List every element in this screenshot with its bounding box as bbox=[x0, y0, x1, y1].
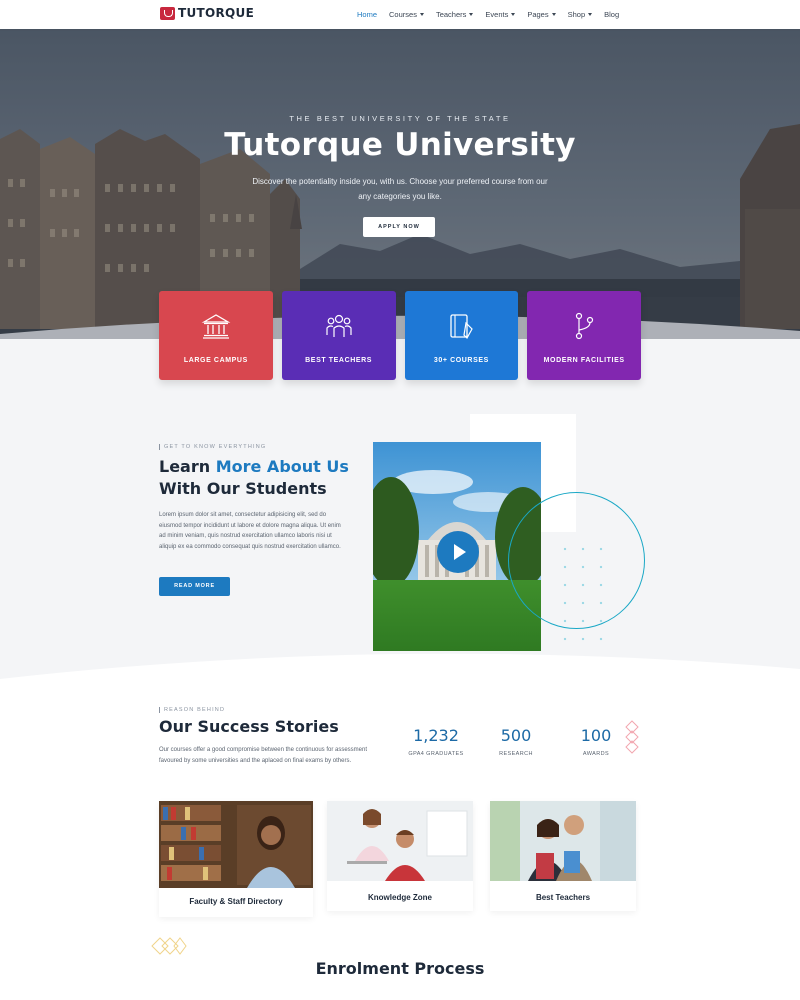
chevron-down-icon bbox=[588, 13, 593, 16]
stat-value: 500 bbox=[500, 726, 532, 745]
success-body: Our courses offer a good compromise betw… bbox=[159, 747, 367, 764]
story-card-teachers[interactable]: Best Teachers bbox=[490, 801, 636, 911]
about-title-line2: With Our Students bbox=[159, 479, 327, 498]
play-button[interactable] bbox=[437, 531, 479, 573]
stat-graduates: 1,232 GPA4 GRADUATES bbox=[396, 726, 476, 757]
story-label: Knowledge Zone bbox=[368, 893, 432, 902]
nav-item-pages[interactable]: Pages bbox=[527, 10, 556, 19]
about-kicker: GET TO KNOW EVERYTHING bbox=[159, 444, 266, 450]
story-card-faculty[interactable]: Faculty & Staff Directory bbox=[159, 801, 313, 917]
story-image bbox=[327, 801, 473, 881]
about-title-accent: More About Us bbox=[215, 457, 349, 476]
branch-icon bbox=[576, 312, 594, 340]
feature-card-large-campus[interactable]: LARGE CAMPUS bbox=[159, 291, 273, 380]
diamond-decor-icon bbox=[151, 937, 187, 955]
play-icon bbox=[453, 544, 466, 560]
logo[interactable]: TUTORQUE bbox=[160, 6, 254, 20]
story-cards: Faculty & Staff Directory Knowledge Zone bbox=[159, 801, 637, 921]
book-pencil-icon bbox=[450, 314, 474, 339]
nav-item-label: Events bbox=[485, 10, 509, 19]
about-title: Learn More About Us With Our Students bbox=[159, 456, 349, 500]
about-body: Lorem ipsum dolor sit amet, consectetur … bbox=[159, 512, 341, 550]
teachers-photo bbox=[490, 801, 636, 881]
stat-label: RESEARCH bbox=[499, 751, 533, 757]
nav-item-events[interactable]: Events bbox=[485, 10, 516, 19]
about-title-part: Learn bbox=[159, 457, 216, 476]
apply-now-button[interactable]: APPLY NOW bbox=[363, 217, 435, 237]
nav-item-label: Courses bbox=[389, 10, 417, 19]
feature-card-label: BEST TEACHERS bbox=[305, 357, 373, 364]
feature-card-modern-facilities[interactable]: MODERN FACILITIES bbox=[527, 291, 641, 380]
nav-item-home[interactable]: Home bbox=[357, 10, 377, 19]
feature-card-label: LARGE CAMPUS bbox=[183, 357, 248, 364]
nav-item-label: Shop bbox=[567, 10, 586, 19]
enrolment-title: Enrolment Process bbox=[315, 959, 485, 978]
nav-item-label: Pages bbox=[527, 10, 549, 19]
top-nav: TUTORQUE Home Courses Teachers Events Pa… bbox=[0, 0, 800, 29]
feature-card-label: 30+ COURSES bbox=[433, 357, 489, 364]
decor-ring bbox=[508, 492, 645, 629]
story-label: Best Teachers bbox=[535, 893, 591, 902]
diamond-decor-icon bbox=[625, 720, 639, 754]
story-image bbox=[490, 801, 636, 881]
nav-item-courses[interactable]: Courses bbox=[389, 10, 424, 19]
story-card-knowledge[interactable]: Knowledge Zone bbox=[327, 801, 473, 911]
feature-cards: LARGE CAMPUS BEST TEACHERS 30+ COURSES M… bbox=[159, 291, 641, 380]
nav-item-label: Teachers bbox=[435, 10, 467, 19]
chevron-down-icon bbox=[511, 13, 516, 16]
feature-card-best-teachers[interactable]: BEST TEACHERS bbox=[281, 291, 396, 380]
people-icon bbox=[326, 314, 352, 337]
chevron-down-icon bbox=[551, 13, 556, 16]
story-image bbox=[159, 801, 313, 888]
nav-item-blog[interactable]: Blog bbox=[604, 10, 619, 19]
hero-title: Tutorque University bbox=[224, 127, 576, 163]
nav-item-teachers[interactable]: Teachers bbox=[435, 10, 474, 19]
library-photo bbox=[159, 801, 313, 888]
chevron-down-icon bbox=[469, 13, 474, 16]
feature-card-courses[interactable]: 30+ COURSES bbox=[404, 291, 519, 380]
logo-text: TUTORQUE bbox=[178, 6, 255, 20]
main-menu: Home Courses Teachers Events Pages Shop … bbox=[357, 0, 631, 29]
stat-value: 1,232 bbox=[413, 726, 459, 745]
building-icon bbox=[201, 314, 231, 339]
nav-item-shop[interactable]: Shop bbox=[568, 10, 593, 19]
logo-icon bbox=[160, 6, 175, 20]
read-more-button[interactable]: READ MORE bbox=[159, 577, 230, 596]
nav-item-label: Home bbox=[357, 10, 378, 19]
hero-subtitle: Discover the potentiality inside you, wi… bbox=[252, 177, 548, 201]
success-title: Our Success Stories bbox=[159, 717, 339, 736]
nav-item-label: Blog bbox=[604, 10, 620, 19]
stats-row: 1,232 GPA4 GRADUATES 500 RESEARCH 100 AW… bbox=[396, 726, 636, 757]
chevron-down-icon bbox=[419, 13, 424, 16]
feature-card-label: MODERN FACILITIES bbox=[543, 357, 625, 364]
hero-kicker: THE BEST UNIVERSITY OF THE STATE bbox=[289, 114, 511, 123]
students-laptop-photo bbox=[327, 801, 473, 881]
story-label: Faculty & Staff Directory bbox=[189, 897, 283, 906]
stat-label: GPA4 GRADUATES bbox=[408, 751, 464, 757]
success-kicker: REASON BEHIND bbox=[159, 707, 225, 713]
stat-research: 500 RESEARCH bbox=[476, 726, 556, 757]
